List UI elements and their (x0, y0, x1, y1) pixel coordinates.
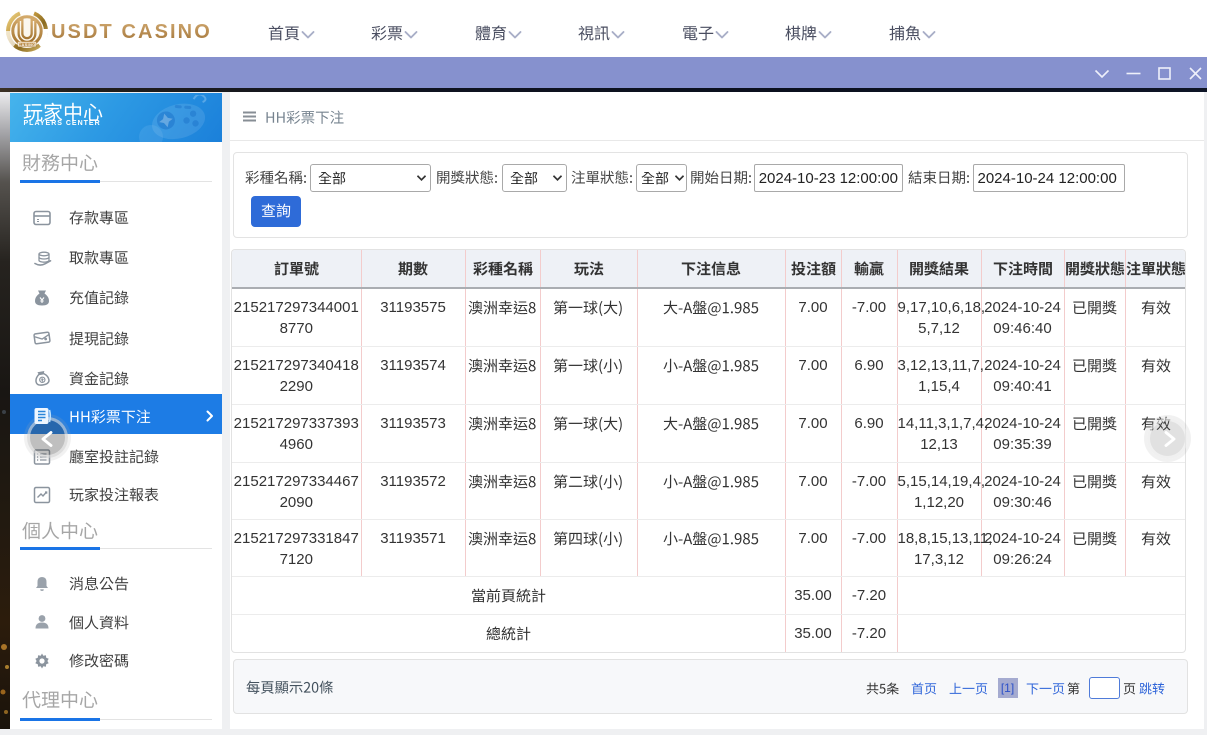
svg-text:CASINO: CASINO (18, 43, 35, 47)
